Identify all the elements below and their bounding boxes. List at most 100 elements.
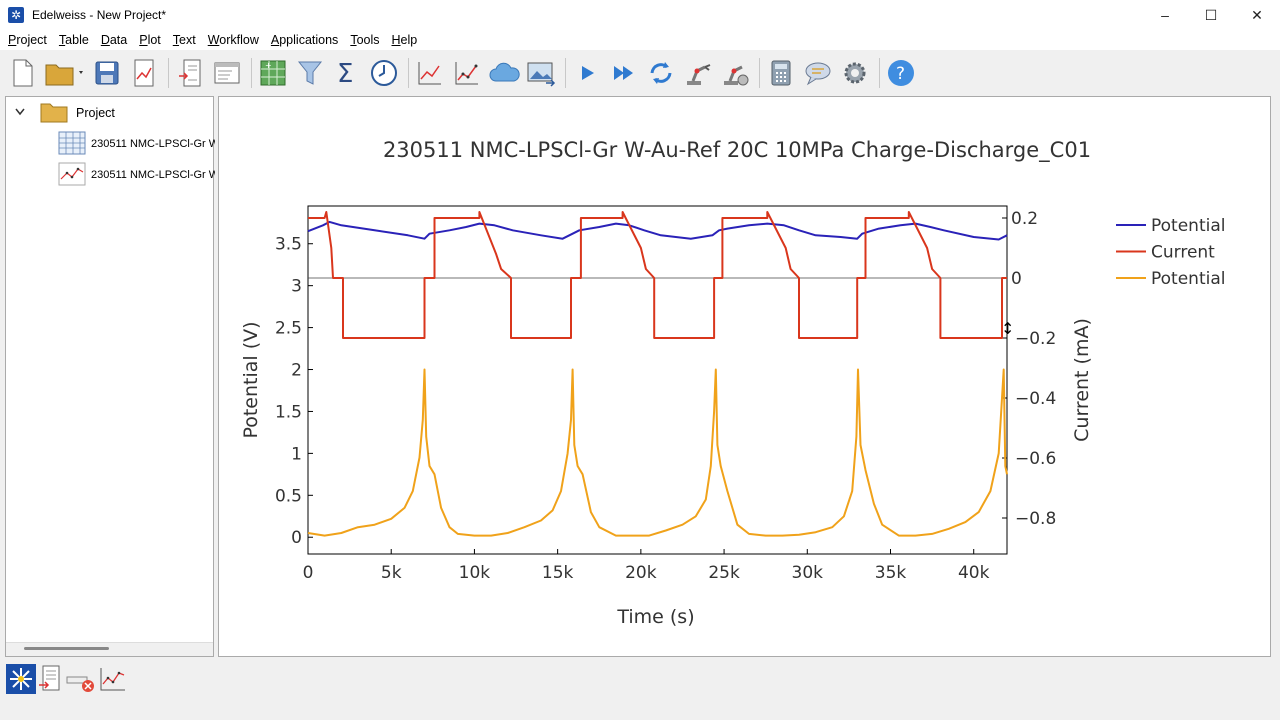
- calculator-icon[interactable]: [764, 56, 798, 90]
- svg-text:?: ?: [896, 64, 905, 84]
- toolbar-separator: [759, 58, 760, 88]
- menu-text[interactable]: Text: [167, 33, 202, 47]
- fast-forward-icon[interactable]: [607, 56, 641, 90]
- edelweiss-logo-icon[interactable]: [6, 664, 36, 694]
- scatter-plot-icon[interactable]: [450, 56, 484, 90]
- open-folder-icon[interactable]: [43, 56, 87, 90]
- tree-root-label: Project: [76, 106, 115, 120]
- menu-plot[interactable]: Plot: [133, 33, 167, 47]
- toolbar-separator: [251, 58, 252, 88]
- menu-bar: Project Table Data Plot Text Workflow Applicat…: [0, 30, 1280, 50]
- save-icon[interactable]: [90, 56, 124, 90]
- menu-tools[interactable]: Tools: [344, 33, 385, 47]
- gear-icon[interactable]: [838, 56, 872, 90]
- y2-tick-label: −0.4: [1015, 389, 1056, 409]
- title-bar: ✲ Edelweiss - New Project* – ☐ ✕: [0, 0, 1280, 30]
- legend-label: Current: [1151, 243, 1215, 263]
- legend-label: Potential: [1151, 216, 1225, 236]
- menu-project[interactable]: Project: [2, 33, 53, 47]
- x-tick-label: 40k: [958, 563, 990, 583]
- menu-workflow[interactable]: Workflow: [202, 33, 265, 47]
- play-icon[interactable]: [570, 56, 604, 90]
- import-data-icon[interactable]: [36, 664, 66, 694]
- toolbar-separator: [168, 58, 169, 88]
- svg-text:+: +: [265, 61, 272, 70]
- help-icon[interactable]: ?: [884, 56, 918, 90]
- refresh-icon[interactable]: [644, 56, 678, 90]
- cloud-icon[interactable]: [487, 56, 521, 90]
- close-button[interactable]: ✕: [1234, 0, 1280, 30]
- y2-tick-label: 0: [1011, 269, 1022, 289]
- y-tick-label: 3: [291, 277, 302, 297]
- minimize-button[interactable]: –: [1142, 0, 1188, 30]
- table-icon: [58, 131, 86, 158]
- chat-icon[interactable]: [801, 56, 835, 90]
- x-tick-label: 35k: [875, 563, 907, 583]
- x-tick-label: 25k: [708, 563, 740, 583]
- filter-icon[interactable]: [293, 56, 327, 90]
- legend-label: Potential: [1151, 269, 1225, 289]
- image-icon[interactable]: [524, 56, 558, 90]
- tree-item-label: 230511 NMC-LPSCl-Gr W: [91, 169, 215, 181]
- sigma-icon[interactable]: Σ: [330, 56, 364, 90]
- clock-icon[interactable]: [367, 56, 401, 90]
- folder-icon: [40, 101, 68, 126]
- menu-data[interactable]: Data: [95, 33, 133, 47]
- menu-help[interactable]: Help: [386, 33, 424, 47]
- toolbar-separator: [408, 58, 409, 88]
- y-axis-label: Potential (V): [240, 321, 262, 438]
- new-plot-icon[interactable]: [98, 664, 128, 694]
- edelweiss-app-icon[interactable]: ✲: [8, 7, 24, 23]
- y-tick-label: 0: [291, 528, 302, 548]
- x-tick-label: 15k: [542, 563, 574, 583]
- maximize-button[interactable]: ☐: [1188, 0, 1234, 30]
- plot-icon: [58, 162, 86, 189]
- chart[interactable]: 230511 NMC-LPSCl-Gr W-Au-Ref 20C 10MPa C…: [219, 97, 1270, 656]
- tree-item[interactable]: 230511 NMC-LPSCl-Gr W: [58, 130, 215, 158]
- series-line-2: [308, 211, 1007, 339]
- preview-icon[interactable]: [210, 56, 244, 90]
- robot-arm-icon[interactable]: [681, 56, 715, 90]
- window-title: Edelweiss - New Project*: [32, 8, 167, 22]
- tree-root[interactable]: Project: [14, 99, 115, 127]
- toolbar-separator: [565, 58, 566, 88]
- tree-item-label: 230511 NMC-LPSCl-Gr W: [91, 138, 215, 150]
- x-tick-label: 5k: [381, 563, 402, 583]
- tree-item[interactable]: 230511 NMC-LPSCl-Gr W: [58, 161, 215, 189]
- y2-axis-label: Current (mA): [1071, 318, 1093, 442]
- chevron-down-icon[interactable]: [14, 106, 32, 120]
- robot-arm-settings-icon[interactable]: [718, 56, 752, 90]
- y-tick-label: 2.5: [275, 319, 302, 339]
- toolbar: + Σ ?: [0, 50, 1280, 96]
- y-tick-label: 1: [291, 444, 302, 464]
- line-plot-icon[interactable]: [413, 56, 447, 90]
- table-calc-icon[interactable]: +: [256, 56, 290, 90]
- bottom-bar: [0, 660, 1280, 720]
- y-tick-label: 0.5: [275, 486, 302, 506]
- x-axis-label: Time (s): [616, 606, 694, 628]
- menu-applications[interactable]: Applications: [265, 33, 344, 47]
- y2-tick-label: 0.2: [1011, 209, 1038, 229]
- scrollbar-thumb[interactable]: [24, 647, 109, 650]
- y-tick-label: 3.5: [275, 235, 302, 255]
- y2-tick-label: −0.2: [1015, 329, 1056, 349]
- import-icon[interactable]: [173, 56, 207, 90]
- horizontal-scrollbar[interactable]: [6, 642, 213, 656]
- y2-tick-label: −0.8: [1015, 509, 1056, 529]
- toolbar-separator: [879, 58, 880, 88]
- chart-title: 230511 NMC-LPSCl-Gr W-Au-Ref 20C 10MPa C…: [383, 138, 1091, 163]
- x-tick-label: 20k: [625, 563, 657, 583]
- series-line-1: [307, 220, 1008, 241]
- x-tick-label: 10k: [459, 563, 491, 583]
- plot-panel: 230511 NMC-LPSCl-Gr W-Au-Ref 20C 10MPa C…: [218, 96, 1271, 657]
- export-plot-icon[interactable]: [127, 56, 161, 90]
- y-tick-label: 2: [291, 361, 302, 381]
- new-file-icon[interactable]: [6, 56, 40, 90]
- y2-tick-label: −0.6: [1015, 449, 1056, 469]
- x-tick-label: 30k: [792, 563, 824, 583]
- menu-table[interactable]: Table: [53, 33, 95, 47]
- remove-table-icon[interactable]: [66, 664, 98, 694]
- svg-text:Σ: Σ: [337, 59, 353, 87]
- series-line-3: [307, 368, 1008, 537]
- project-tree-panel: Project 230511 NMC-LPSCl-Gr W 230511 NMC…: [5, 96, 215, 657]
